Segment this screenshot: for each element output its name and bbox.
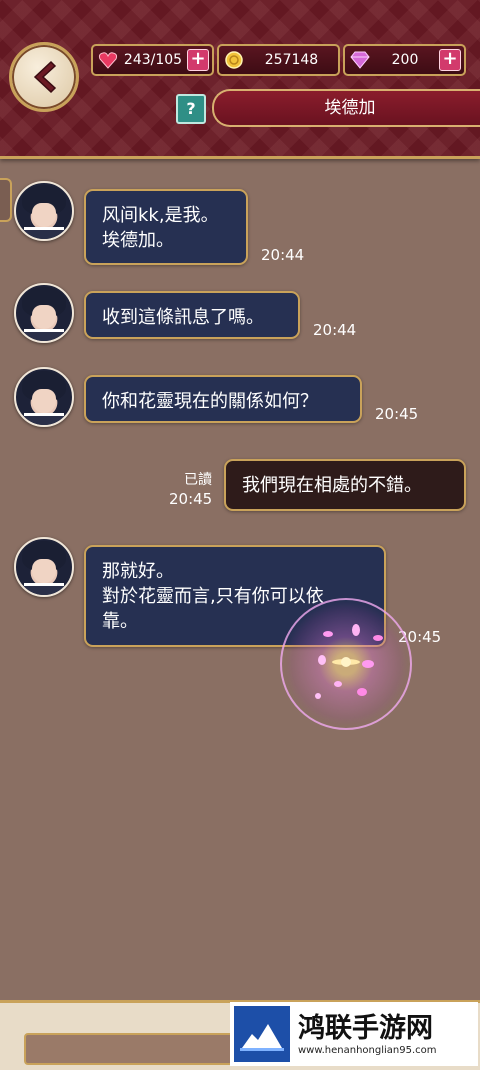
message-time: 20:44 (261, 246, 305, 264)
top-bar: 243/105 + 257148 200 + ? 埃德加 (0, 0, 480, 159)
message-bubble: 收到這條訊息了嗎。 (84, 291, 300, 339)
tap-sparkle-effect (280, 598, 412, 730)
gem-value: 200 (391, 52, 419, 68)
side-tab[interactable] (0, 178, 12, 222)
message-line: 埃德加。 (102, 230, 174, 251)
diamond-icon (349, 49, 371, 71)
heart-gem-icon (97, 49, 119, 71)
coin-icon (223, 49, 245, 71)
stamina-value: 243/105 (123, 52, 183, 68)
read-receipt: 已讀 (184, 472, 212, 488)
watermark: 鸿联手游网 www.henanhonglian95.com (230, 1002, 478, 1066)
coin-counter: 257148 (217, 44, 340, 76)
gem-counter: 200 + (343, 44, 466, 76)
back-button[interactable] (9, 42, 79, 112)
message-line: 我們現在相處的不錯。 (242, 475, 422, 496)
avatar[interactable] (14, 367, 74, 427)
back-arrow-icon (33, 60, 57, 94)
message-time: 20:44 (313, 321, 357, 339)
message-line: 风间kk,是我。 (102, 205, 219, 226)
message-line: 那就好。 (102, 561, 174, 582)
avatar[interactable] (14, 181, 74, 241)
contact-name: 埃德加 (212, 89, 480, 127)
reply-input[interactable] (24, 1033, 238, 1065)
watermark-logo-icon (234, 1006, 290, 1062)
message-time: 20:45 (375, 405, 419, 423)
message-time: 20:45 (169, 490, 213, 508)
message-line: 收到這條訊息了嗎。 (102, 307, 264, 328)
help-button[interactable]: ? (176, 94, 206, 124)
my-message-bubble: 我們現在相處的不錯。 (224, 459, 466, 511)
add-gems-button[interactable]: + (439, 49, 461, 71)
message-bubble: 风间kk,是我。 埃德加。 (84, 189, 248, 265)
avatar[interactable] (14, 537, 74, 597)
avatar[interactable] (14, 283, 74, 343)
message-line: 你和花靈現在的關係如何？ (102, 391, 318, 412)
stamina-counter: 243/105 + (91, 44, 214, 76)
watermark-url: www.henanhonglian95.com (298, 1044, 437, 1056)
coin-value: 257148 (264, 52, 319, 68)
add-stamina-button[interactable]: + (187, 49, 209, 71)
watermark-title: 鸿联手游网 (298, 1012, 433, 1044)
message-bubble: 你和花靈現在的關係如何？ (84, 375, 362, 423)
